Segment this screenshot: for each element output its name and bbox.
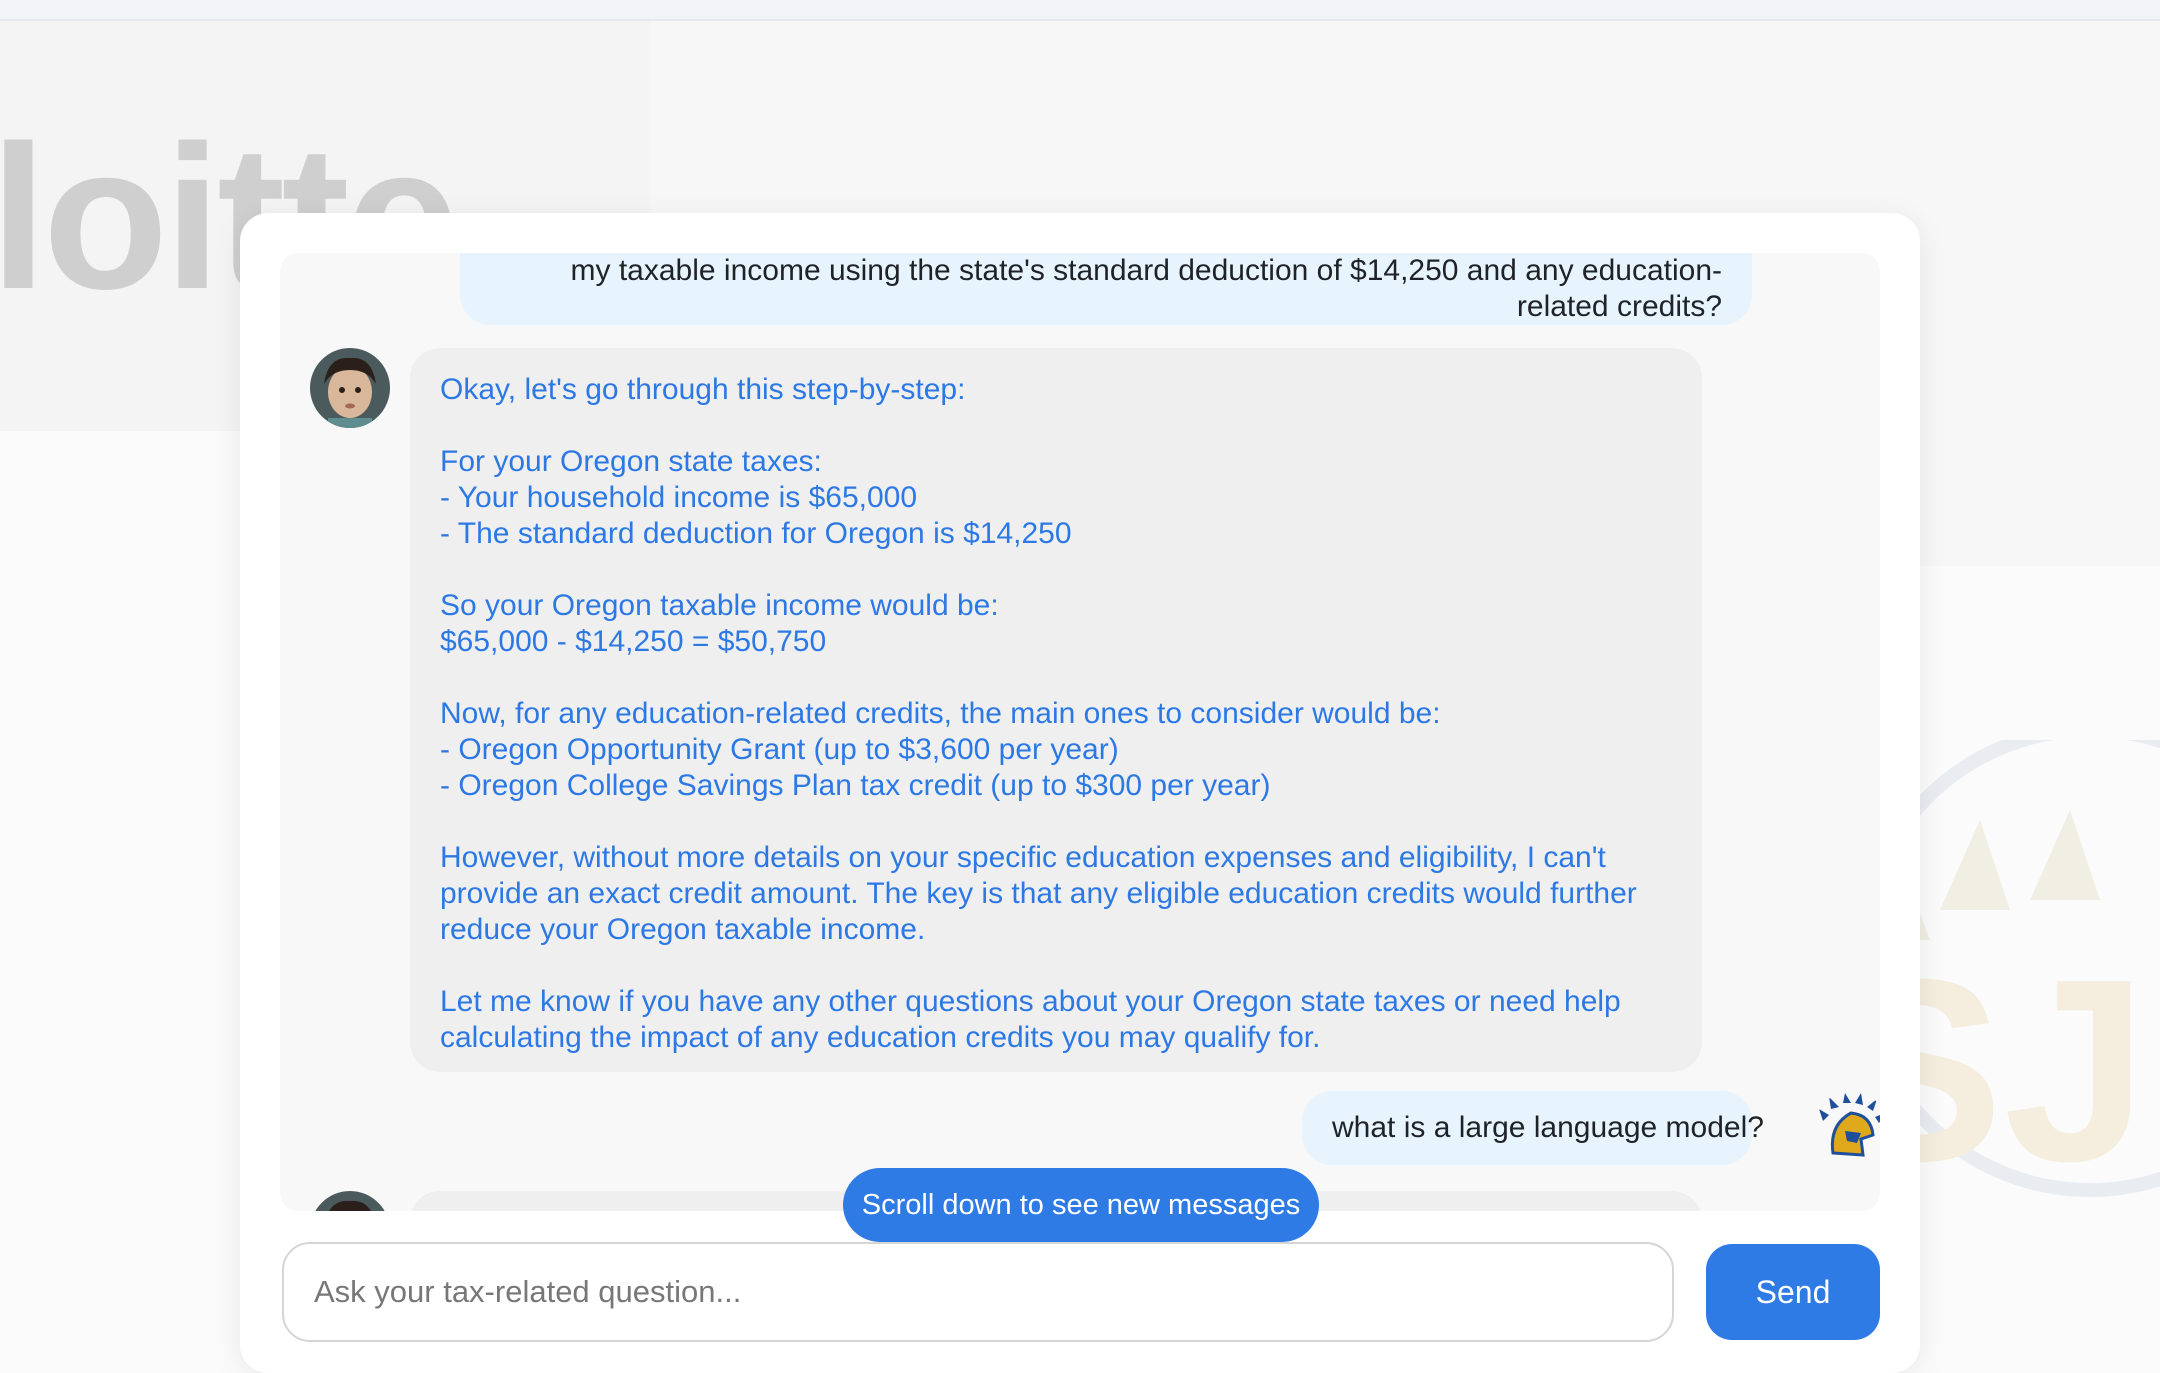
message-line: - Oregon Opportunity Grant (up to $3,600… — [440, 733, 1119, 766]
message-line: So your Oregon taxable income would be: — [440, 589, 999, 622]
message-text: my taxable income using the state's stan… — [570, 254, 1722, 287]
message-spacer — [440, 660, 1672, 696]
message-line: Now, for any education-related credits, … — [440, 697, 1441, 730]
browser-top-strip — [0, 0, 2160, 21]
message-spacer — [440, 804, 1672, 840]
user-message-bubble: what is a large language model? — [1302, 1091, 1764, 1165]
message-line: reduce your Oregon taxable income. — [440, 913, 926, 946]
assistant-message-bubble: Okay, let's go through this step-by-step… — [410, 348, 1702, 1072]
message-line: Let me know if you have any other questi… — [440, 985, 1621, 1018]
spartan-helmet-icon — [1815, 1091, 1880, 1163]
message-spacer — [440, 408, 1672, 444]
message-line: Okay, let's go through this step-by-step… — [440, 373, 966, 406]
message-line: calculating the impact of any education … — [440, 1021, 1321, 1054]
scroll-down-notice-button[interactable]: Scroll down to see new messages — [843, 1168, 1319, 1242]
message-line: - Your household income is $65,000 — [440, 481, 918, 514]
message-line: - The standard deduction for Oregon is $… — [440, 517, 1072, 550]
user-message-bubble: my taxable income using the state's stan… — [460, 253, 1752, 325]
message-line: provide an exact credit amount. The key … — [440, 877, 1637, 910]
message-list[interactable]: my taxable income using the state's stan… — [280, 253, 1880, 1211]
message-line: - Oregon College Savings Plan tax credit… — [440, 769, 1271, 802]
question-input[interactable] — [282, 1242, 1674, 1342]
message-line: For your Oregon state taxes: — [440, 445, 822, 478]
message-line: However, without more details on your sp… — [440, 841, 1606, 874]
assistant-avatar — [310, 1191, 390, 1211]
message-text: related credits? — [1516, 290, 1722, 323]
message-text: what is a large language model? — [1332, 1111, 1764, 1144]
message-line: $65,000 - $14,250 = $50,750 — [440, 625, 827, 658]
assistant-avatar — [310, 348, 390, 428]
message-spacer — [440, 552, 1672, 588]
message-spacer — [440, 948, 1672, 984]
send-button[interactable]: Send — [1706, 1244, 1880, 1340]
